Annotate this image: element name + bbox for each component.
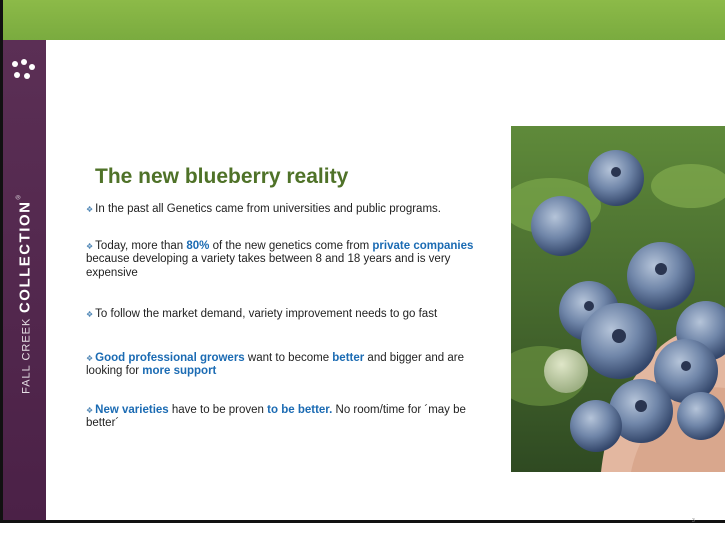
bullet-text: because developing a variety takes betwe… [86, 253, 451, 279]
bullet-text: In the past all Genetics came from unive… [95, 203, 441, 215]
brand-sidebar: FALL CREEK COLLECTION® [3, 40, 46, 520]
slide-title: The new blueberry reality [95, 165, 349, 188]
bullet-text: of the new genetics come from [209, 239, 373, 252]
slide: FALL CREEK COLLECTION® The new blueberry… [0, 0, 725, 546]
highlight-text: private companies [372, 239, 474, 252]
highlight-text: Good professional growers [95, 351, 245, 364]
bullet-marker-icon: ❖ [86, 310, 94, 319]
highlight-text: 80% [186, 239, 210, 252]
blueberries-photo [511, 126, 725, 472]
bullet-item: ❖ Good professional growers want to becom… [86, 352, 491, 379]
bullet-item: ❖ To follow the market demand, variety im… [86, 308, 491, 322]
bullet-item: ❖ New varieties have to be proven to be b… [86, 404, 491, 431]
highlight-text: better [332, 351, 365, 364]
bullet-marker-icon: ❖ [86, 405, 94, 415]
highlight-text: New varieties [95, 403, 169, 416]
bullet-text: want to become [244, 351, 333, 364]
bullet-text: have to be proven [168, 403, 268, 416]
brand-light: FALL CREEK [20, 317, 33, 394]
page-number: 3 [692, 518, 695, 524]
header-band [3, 0, 725, 40]
bullet-item: ❖ Today, more than 80% of the new genetic… [86, 240, 491, 281]
bullet-text: To follow the market demand, variety imp… [95, 308, 438, 320]
bullet-marker-icon: ❖ [86, 241, 94, 251]
brand-logo-icon [12, 59, 36, 81]
bullet-marker-icon: ❖ [86, 353, 94, 363]
bullet-list: ❖ In the past all Genetics came from univ… [86, 203, 491, 431]
bullet-marker-icon: ❖ [86, 205, 94, 214]
highlight-text: to be better. [267, 403, 333, 416]
frame-bottom-edge [0, 520, 725, 523]
bullet-item: ❖ In the past all Genetics came from univ… [86, 203, 491, 217]
brand-registered-mark: ® [16, 194, 23, 200]
bullet-text: Today, more than [95, 239, 187, 252]
brand-bold: COLLECTION [16, 200, 34, 314]
highlight-text: more support [142, 365, 217, 377]
brand-wordmark: FALL CREEK COLLECTION® [17, 194, 34, 394]
